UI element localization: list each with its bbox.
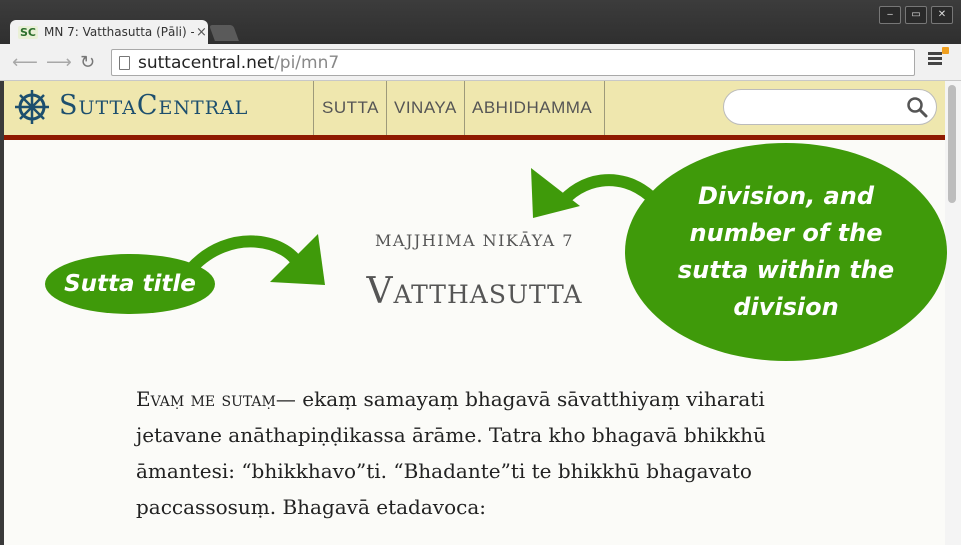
annotation-division-note: Division, and number of the sutta within… xyxy=(625,143,947,361)
annotation-division-text: Division, and number of the sutta within… xyxy=(677,182,895,321)
annotation-title-note: Sutta title xyxy=(45,254,215,314)
title-arrow xyxy=(185,235,306,275)
